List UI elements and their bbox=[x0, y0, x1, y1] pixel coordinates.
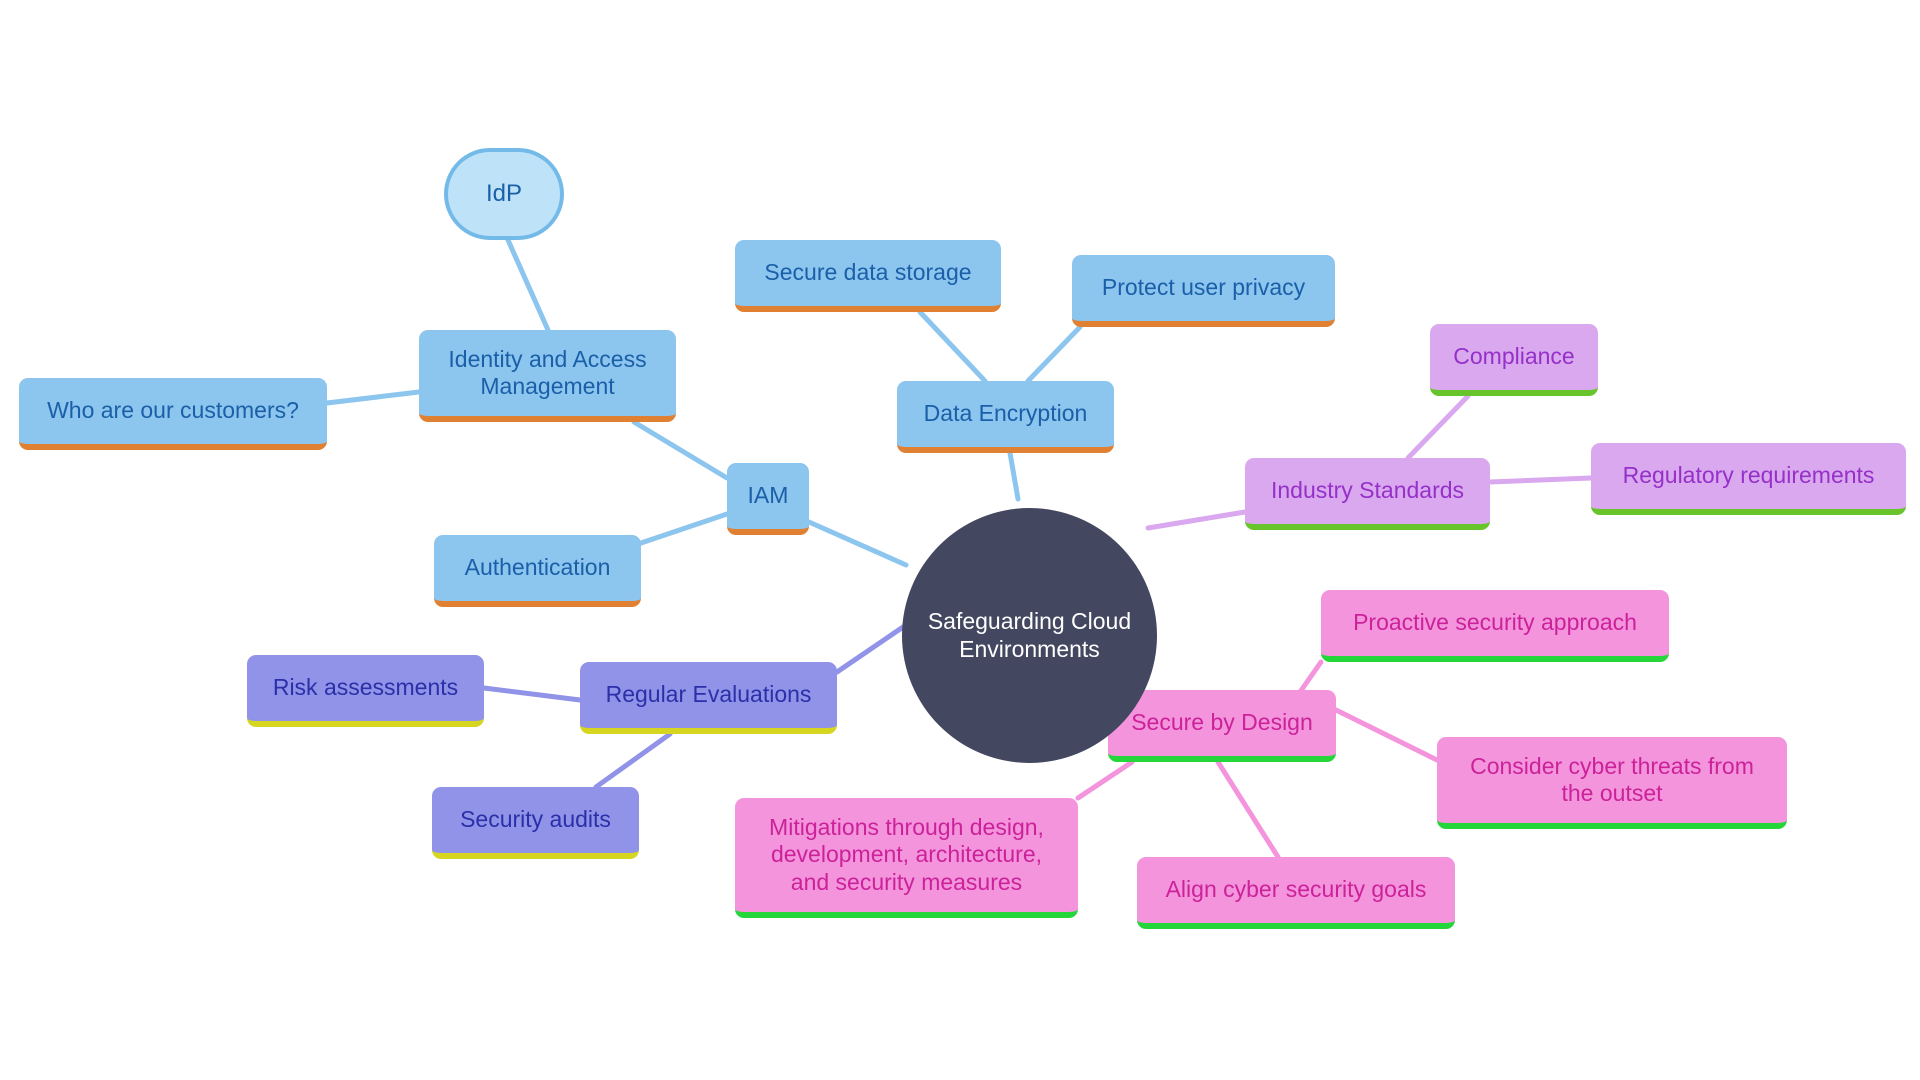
node-align_goals[interactable]: Align cyber security goals bbox=[1137, 857, 1455, 929]
node-authentication[interactable]: Authentication bbox=[434, 535, 641, 607]
node-industry_standards[interactable]: Industry Standards bbox=[1245, 458, 1490, 530]
node-secure_storage[interactable]: Secure data storage bbox=[735, 240, 1001, 312]
edge-iam_full-to-iam bbox=[631, 419, 730, 481]
edge-customers-to-iam_full bbox=[324, 389, 422, 406]
node-root[interactable]: Safeguarding Cloud Environments bbox=[902, 508, 1157, 763]
edge-regulatory-to-industry_standards bbox=[1487, 475, 1594, 485]
mindmap-canvas: Safeguarding Cloud Environments IdP Identi… bbox=[0, 0, 1920, 1080]
edge-iam-to-root bbox=[806, 519, 909, 568]
edge-cyber_threats-to-secure_by_design bbox=[1333, 707, 1440, 763]
node-user_privacy[interactable]: Protect user privacy bbox=[1072, 255, 1335, 327]
node-compliance[interactable]: Compliance bbox=[1430, 324, 1598, 396]
node-data_encryption[interactable]: Data Encryption bbox=[897, 381, 1114, 453]
edge-security_audits-to-regular_evaluations bbox=[593, 731, 673, 790]
node-secure_by_design[interactable]: Secure by Design bbox=[1108, 690, 1336, 762]
edge-data_encryption-to-root bbox=[1007, 450, 1021, 502]
edge-compliance-to-industry_standards bbox=[1405, 393, 1471, 461]
edge-industry_standards-to-root bbox=[1145, 509, 1248, 531]
node-proactive[interactable]: Proactive security approach bbox=[1321, 590, 1669, 662]
node-iam[interactable]: IAM bbox=[727, 463, 809, 535]
edge-authentication-to-iam bbox=[638, 511, 730, 546]
edge-proactive-to-secure_by_design bbox=[1297, 659, 1324, 695]
node-regular_evaluations[interactable]: Regular Evaluations bbox=[580, 662, 837, 734]
edge-user_privacy-to-data_encryption bbox=[1025, 324, 1083, 384]
node-iam_full[interactable]: Identity and Access Management bbox=[419, 330, 676, 422]
edge-align_goals-to-secure_by_design bbox=[1215, 759, 1281, 860]
edge-regular_evaluations-to-root bbox=[834, 622, 909, 675]
node-customers[interactable]: Who are our customers? bbox=[19, 378, 327, 450]
edge-risk_assessments-to-regular_evaluations bbox=[481, 685, 583, 703]
edge-idp-to-iam_full bbox=[505, 237, 551, 333]
node-mitigations[interactable]: Mitigations through design, development,… bbox=[735, 798, 1078, 918]
edge-secure_storage-to-data_encryption bbox=[917, 309, 988, 384]
node-idp[interactable]: IdP bbox=[444, 148, 564, 240]
node-risk_assessments[interactable]: Risk assessments bbox=[247, 655, 484, 727]
edge-mitigations-to-secure_by_design bbox=[1075, 759, 1135, 801]
node-security_audits[interactable]: Security audits bbox=[432, 787, 639, 859]
node-cyber_threats[interactable]: Consider cyber threats from the outset bbox=[1437, 737, 1787, 829]
node-regulatory[interactable]: Regulatory requirements bbox=[1591, 443, 1906, 515]
